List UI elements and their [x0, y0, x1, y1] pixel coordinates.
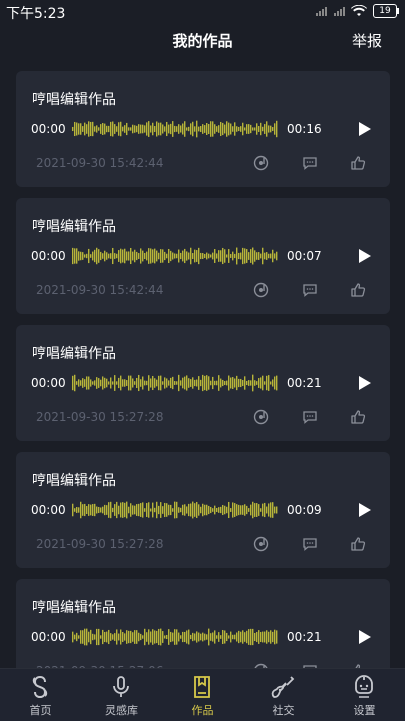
tab-4[interactable]: 设置 [324, 669, 405, 721]
duration: 00:07 [287, 249, 322, 263]
wifi-icon [351, 5, 367, 16]
disc-icon[interactable] [253, 536, 269, 552]
work-title: 哼唱编辑作品 [32, 346, 116, 362]
start-time: 00:00 [31, 376, 66, 390]
waveform [72, 501, 278, 519]
disc-icon[interactable] [253, 409, 269, 425]
microphone-icon [113, 676, 129, 697]
comment-icon[interactable] [302, 155, 318, 171]
thumbs-up-icon[interactable] [350, 409, 366, 425]
work-title: 哼唱编辑作品 [32, 600, 116, 616]
tab-label: 设置 [353, 704, 376, 717]
signal-icon [334, 6, 345, 16]
tab-3[interactable]: 社交 [243, 669, 324, 721]
thumbs-up-icon[interactable] [350, 282, 366, 298]
signal-icon [316, 6, 327, 16]
work-title: 哼唱编辑作品 [32, 473, 116, 489]
work-date: 2021-09-30 15:42:44 [36, 283, 164, 297]
tab-0[interactable]: 首页 [0, 669, 81, 721]
play-icon[interactable] [356, 375, 372, 391]
robot-face-icon [355, 675, 373, 698]
guitar-icon [271, 676, 295, 698]
tab-label: 灵感库 [105, 704, 138, 717]
tab-label: 作品 [191, 704, 214, 717]
page-title: 我的作品 [172, 32, 233, 50]
tab-2[interactable]: 作品 [162, 669, 243, 721]
work-title: 哼唱编辑作品 [32, 92, 116, 108]
waveform [72, 247, 278, 265]
home-s-icon [32, 675, 48, 699]
waveform [72, 628, 278, 646]
disc-icon[interactable] [253, 155, 269, 171]
waveform [72, 120, 278, 138]
tab-label: 社交 [272, 704, 295, 717]
start-time: 00:00 [31, 249, 66, 263]
document-icon [194, 676, 210, 698]
comment-icon[interactable] [302, 536, 318, 552]
status-icons: 19 [315, 4, 399, 18]
play-icon[interactable] [356, 248, 372, 264]
bottom-tab-bar: 首页 灵感库 作品 社交 设置 [0, 668, 405, 721]
work-date: 2021-09-30 15:27:28 [36, 410, 164, 424]
comment-icon[interactable] [302, 282, 318, 298]
waveform [72, 374, 278, 392]
header: 我的作品 举报 [0, 24, 405, 54]
work-title: 哼唱编辑作品 [32, 219, 116, 235]
thumbs-up-icon[interactable] [350, 536, 366, 552]
work-card[interactable]: 哼唱编辑作品 00:00 00:07 2021-09-30 15:42:44 [16, 198, 390, 314]
tab-label: 首页 [29, 704, 52, 717]
duration: 00:16 [287, 122, 322, 136]
play-icon[interactable] [356, 629, 372, 645]
duration: 00:09 [287, 503, 322, 517]
status-bar: 下午5:23 19 [0, 0, 405, 24]
work-card[interactable]: 哼唱编辑作品 00:00 00:21 2021-09-30 15:27:28 [16, 325, 390, 441]
play-icon[interactable] [356, 121, 372, 137]
duration: 00:21 [287, 630, 322, 644]
start-time: 00:00 [31, 503, 66, 517]
work-date: 2021-09-30 15:42:44 [36, 156, 164, 170]
work-date: 2021-09-30 15:27:28 [36, 537, 164, 551]
status-time: 下午5:23 [6, 6, 66, 22]
report-button[interactable]: 举报 [352, 30, 382, 51]
tab-1[interactable]: 灵感库 [81, 669, 162, 721]
start-time: 00:00 [31, 122, 66, 136]
thumbs-up-icon[interactable] [350, 155, 366, 171]
start-time: 00:00 [31, 630, 66, 644]
comment-icon[interactable] [302, 409, 318, 425]
work-card[interactable]: 哼唱编辑作品 00:00 00:16 2021-09-30 15:42:44 [16, 71, 390, 187]
duration: 00:21 [287, 376, 322, 390]
disc-icon[interactable] [253, 282, 269, 298]
work-card[interactable]: 哼唱编辑作品 00:00 00:09 2021-09-30 15:27:28 [16, 452, 390, 568]
play-icon[interactable] [356, 502, 372, 518]
battery-icon: 19 [373, 4, 399, 18]
